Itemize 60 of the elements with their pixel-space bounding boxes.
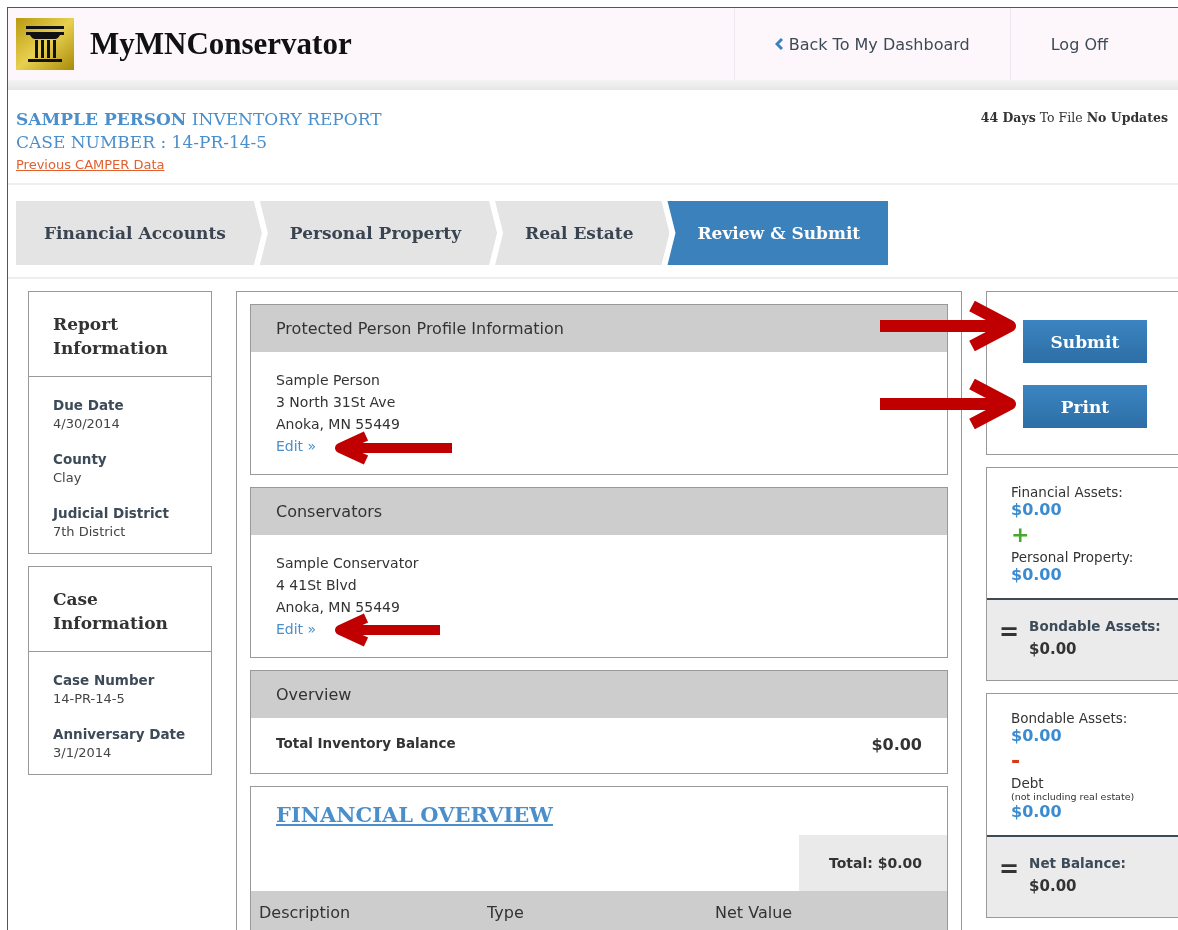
field-label: Due Date (53, 397, 125, 413)
field-label: Judicial District (53, 505, 171, 521)
case-number: CASE NUMBER : 14-PR-14-5 (16, 131, 269, 154)
field-value: 4/30/2014 (53, 416, 121, 431)
summary-label: Bondable Assets: (1011, 710, 1129, 726)
field-value: 3/1/2014 (53, 745, 113, 760)
financial-overview-link[interactable]: FINANCIAL OVERVIEW (276, 802, 553, 827)
submit-button[interactable]: Submit (1023, 320, 1147, 363)
column-header: Type (487, 902, 525, 922)
card-title: Report Information (29, 292, 211, 377)
result-value: $0.00 (1029, 877, 1078, 895)
balance-label: Total Inventory Balance (276, 735, 456, 753)
result-label: Bondable Assets: (1029, 618, 1161, 634)
address-line: Anoka, MN 55449 (276, 598, 401, 616)
summary-value: $0.00 (1011, 726, 1063, 745)
total-value: Total: $0.00 (799, 835, 947, 891)
summary-value: $0.00 (1011, 802, 1063, 821)
address-line: Sample Person (276, 371, 381, 389)
field-label: Case Number (53, 672, 156, 688)
summary-label: Personal Property: (1011, 549, 1135, 565)
column-header: Net Value (715, 902, 794, 922)
operator-sign: + (1011, 523, 1031, 547)
step-tab[interactable]: Review & Submit (667, 201, 889, 265)
result-label: Net Balance: (1029, 855, 1127, 871)
summary-value: $0.00 (1011, 500, 1063, 519)
section-header: Overview (251, 671, 947, 718)
equals-sign: = (999, 618, 1020, 646)
operator-sign: - (1011, 749, 1022, 773)
field-label: County (53, 451, 108, 467)
address-line: 3 North 31St Ave (276, 393, 397, 411)
field-value: 7th District (53, 524, 127, 539)
edit-link[interactable]: Edit » (276, 437, 317, 455)
step-tab[interactable]: Personal Property (259, 201, 498, 265)
report-title: SAMPLE PERSON INVENTORY REPORT (16, 108, 382, 131)
step-tab[interactable]: Real Estate (495, 201, 670, 265)
summary-label: Financial Assets: (1011, 484, 1124, 500)
chevron-left-icon (774, 38, 783, 50)
balance-value: $0.00 (871, 735, 922, 754)
address-line: Sample Conservator (276, 554, 420, 572)
address-line: 4 41St Blvd (276, 576, 358, 594)
field-label: Anniversary Date (53, 726, 187, 742)
step-tab[interactable]: Financial Accounts (16, 201, 262, 265)
result-value: $0.00 (1029, 640, 1078, 658)
address-line: Anoka, MN 55449 (276, 415, 401, 433)
field-value: 14-PR-14-5 (53, 691, 126, 706)
filing-status: 44 Days To File No Updates (980, 110, 1168, 127)
logo-icon (16, 18, 74, 70)
summary-value: $0.00 (1011, 565, 1063, 584)
site-title: MyMNConservator (90, 26, 353, 62)
print-button[interactable]: Print (1023, 385, 1147, 428)
section-header: Protected Person Profile Information (251, 305, 947, 352)
previous-data-link[interactable]: Previous CAMPER Data (16, 157, 165, 172)
section-header: Conservators (251, 488, 947, 535)
summary-note: (not including real estate) (1011, 791, 1136, 802)
field-value: Clay (53, 470, 83, 485)
column-header: Description (259, 902, 352, 922)
edit-link[interactable]: Edit » (276, 620, 317, 638)
summary-label: Debt (1011, 775, 1045, 791)
card-title: Case Information (29, 567, 211, 652)
equals-sign: = (999, 855, 1020, 883)
